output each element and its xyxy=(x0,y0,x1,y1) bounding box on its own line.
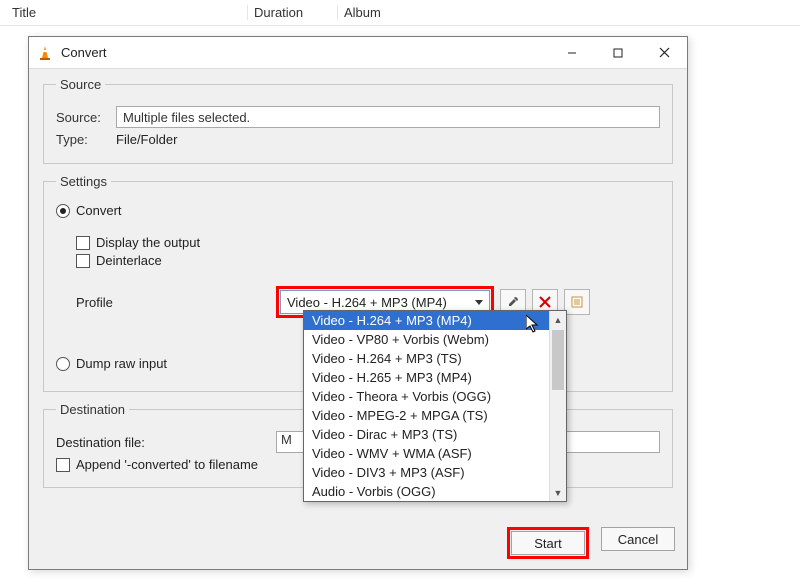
dropdown-item[interactable]: Video - MPEG-2 + MPGA (TS) xyxy=(304,406,549,425)
dropdown-scrollbar[interactable]: ▲ ▼ xyxy=(549,311,566,501)
display-output-label: Display the output xyxy=(96,235,200,250)
source-group: Source Source: Multiple files selected. … xyxy=(43,77,673,164)
vlc-icon xyxy=(37,45,53,61)
dropdown-item[interactable]: Audio - Vorbis (OGG) xyxy=(304,482,549,501)
dropdown-item[interactable]: Video - DIV3 + MP3 (ASF) xyxy=(304,463,549,482)
maximize-button[interactable] xyxy=(595,37,641,69)
convert-radio-label: Convert xyxy=(76,203,122,218)
dropdown-item[interactable]: Video - H.265 + MP3 (MP4) xyxy=(304,368,549,387)
source-label: Source: xyxy=(56,110,116,125)
type-value: File/Folder xyxy=(116,132,177,147)
wrench-icon xyxy=(506,295,520,309)
chevron-down-icon xyxy=(475,300,483,305)
deinterlace-label: Deinterlace xyxy=(96,253,162,268)
dialog-title: Convert xyxy=(61,45,549,60)
scroll-up-icon[interactable]: ▲ xyxy=(550,311,566,328)
column-title[interactable]: Title xyxy=(8,5,248,20)
dropdown-item[interactable]: Video - Dirac + MP3 (TS) xyxy=(304,425,549,444)
cancel-button[interactable]: Cancel xyxy=(601,527,675,551)
dropdown-item[interactable]: Video - Theora + Vorbis (OGG) xyxy=(304,387,549,406)
dropdown-item[interactable]: Video - H.264 + MP3 (TS) xyxy=(304,349,549,368)
source-input[interactable]: Multiple files selected. xyxy=(116,106,660,128)
new-profile-button[interactable] xyxy=(564,289,590,315)
dropdown-item[interactable]: Video - H.264 + MP3 (MP4) xyxy=(304,311,549,330)
profile-selected-text: Video - H.264 + MP3 (MP4) xyxy=(287,295,447,310)
profile-dropdown[interactable]: Video - H.264 + MP3 (MP4)Video - VP80 + … xyxy=(303,310,567,502)
dropdown-item[interactable]: Video - VP80 + Vorbis (Webm) xyxy=(304,330,549,349)
profile-label: Profile xyxy=(76,295,276,310)
source-legend: Source xyxy=(56,77,105,92)
dump-raw-label: Dump raw input xyxy=(76,356,167,371)
destination-legend: Destination xyxy=(56,402,129,417)
button-bar: Start Cancel xyxy=(29,521,687,569)
scroll-thumb[interactable] xyxy=(552,330,564,390)
scroll-down-icon[interactable]: ▼ xyxy=(550,484,566,501)
column-album[interactable]: Album xyxy=(338,5,381,20)
start-highlight: Start xyxy=(507,527,589,559)
type-label: Type: xyxy=(56,132,116,147)
main-list-header: Title Duration Album xyxy=(0,0,800,26)
settings-legend: Settings xyxy=(56,174,111,189)
dropdown-item[interactable]: Video - WMV + WMA (ASF) xyxy=(304,444,549,463)
titlebar[interactable]: Convert xyxy=(29,37,687,69)
start-button[interactable]: Start xyxy=(511,531,585,555)
deinterlace-checkbox[interactable] xyxy=(76,254,90,268)
close-button[interactable] xyxy=(641,37,687,69)
append-converted-checkbox[interactable] xyxy=(56,458,70,472)
column-duration[interactable]: Duration xyxy=(248,5,338,20)
destination-file-label: Destination file: xyxy=(56,435,276,450)
dump-raw-radio[interactable] xyxy=(56,357,70,371)
minimize-button[interactable] xyxy=(549,37,595,69)
convert-radio[interactable] xyxy=(56,204,70,218)
append-converted-label: Append '-converted' to filename xyxy=(76,457,258,472)
display-output-checkbox[interactable] xyxy=(76,236,90,250)
delete-icon xyxy=(539,296,551,308)
new-profile-icon xyxy=(570,295,584,309)
